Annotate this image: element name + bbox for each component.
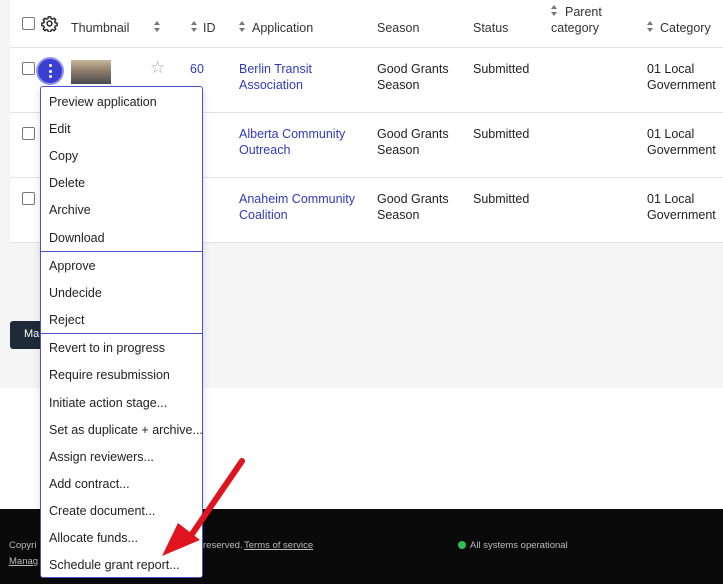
season-cell: Season — [377, 208, 420, 222]
menu-item-approve[interactable]: Approve — [49, 256, 199, 276]
application-name-link[interactable]: Coalition — [239, 207, 288, 223]
menu-item-require-resubmission[interactable]: Require resubmission — [49, 365, 199, 385]
menu-item-preview-application[interactable]: Preview application — [49, 92, 199, 112]
menu-item-undecide[interactable]: Undecide — [49, 283, 199, 303]
manage-button[interactable]: Ma — [10, 321, 44, 349]
status-cell: Submitted — [473, 127, 530, 141]
status-cell: Submitted — [473, 192, 530, 206]
sort-icon[interactable] — [191, 21, 198, 33]
footer-system-status[interactable]: All systems operational — [470, 540, 568, 551]
season-cell: Good Grants — [377, 192, 449, 206]
application-name-link[interactable]: Outreach — [239, 142, 290, 158]
footer-terms-link[interactable]: Terms of service — [244, 540, 313, 551]
row-checkbox[interactable] — [22, 127, 35, 140]
menu-item-set-as-duplicate[interactable]: Set as duplicate + archive... — [49, 420, 203, 440]
column-header-parent-category-line1[interactable]: Parent — [565, 4, 602, 20]
sort-icon[interactable] — [154, 21, 161, 33]
column-header-season[interactable]: Season — [377, 20, 419, 36]
table-header: Thumbnail ID Application Season Status P… — [10, 0, 723, 48]
column-header-status[interactable]: Status — [473, 20, 508, 36]
season-cell: Season — [377, 78, 420, 92]
sort-icon[interactable] — [647, 21, 654, 33]
application-name-link[interactable]: Berlin Transit — [239, 61, 312, 77]
star-icon[interactable]: ☆ — [150, 59, 165, 76]
menu-item-copy[interactable]: Copy — [49, 146, 199, 166]
application-name-link[interactable]: Anaheim Community — [239, 191, 355, 207]
category-cell: 01 Local — [647, 192, 695, 206]
season-cell: Good Grants — [377, 127, 449, 141]
red-arrow-annotation — [162, 458, 245, 556]
menu-item-delete[interactable]: Delete — [49, 173, 199, 193]
menu-divider — [41, 333, 202, 334]
sort-icon[interactable] — [239, 21, 246, 33]
footer-copyright: Copyri — [9, 540, 37, 551]
status-indicator-icon — [458, 541, 466, 549]
menu-divider — [41, 251, 202, 252]
column-header-thumbnail[interactable]: Thumbnail — [71, 20, 129, 36]
row-checkbox[interactable] — [22, 62, 35, 75]
menu-item-initiate-action-stage[interactable]: Initiate action stage... — [49, 393, 199, 413]
sort-icon[interactable] — [551, 5, 558, 17]
select-all-checkbox[interactable] — [22, 17, 35, 30]
kebab-icon[interactable] — [38, 59, 62, 83]
menu-item-revert-to-in-progress[interactable]: Revert to in progress — [49, 338, 199, 358]
menu-item-archive[interactable]: Archive — [49, 200, 199, 220]
category-cell: 01 Local — [647, 62, 695, 76]
menu-item-reject[interactable]: Reject — [49, 310, 199, 330]
manage-button-label: Ma — [24, 328, 40, 340]
application-name-link[interactable]: Association — [239, 77, 303, 93]
application-id-link[interactable]: 60 — [190, 61, 204, 77]
category-cell: Government — [647, 143, 716, 157]
row-checkbox[interactable] — [22, 192, 35, 205]
season-cell: Season — [377, 143, 420, 157]
column-header-id[interactable]: ID — [203, 20, 216, 36]
column-header-category[interactable]: Category — [660, 20, 711, 36]
settings-gear-icon[interactable] — [41, 15, 58, 32]
application-thumbnail — [71, 60, 111, 84]
application-name-link[interactable]: Alberta Community — [239, 126, 345, 142]
footer-manage-link[interactable]: Manag — [9, 556, 38, 567]
category-cell: Government — [647, 208, 716, 222]
column-header-parent-category-line2[interactable]: category — [551, 20, 599, 36]
menu-item-download[interactable]: Download — [49, 228, 199, 248]
column-header-application[interactable]: Application — [252, 20, 313, 36]
category-cell: Government — [647, 78, 716, 92]
status-cell: Submitted — [473, 62, 530, 76]
category-cell: 01 Local — [647, 127, 695, 141]
season-cell: Good Grants — [377, 62, 449, 76]
menu-item-edit[interactable]: Edit — [49, 119, 199, 139]
